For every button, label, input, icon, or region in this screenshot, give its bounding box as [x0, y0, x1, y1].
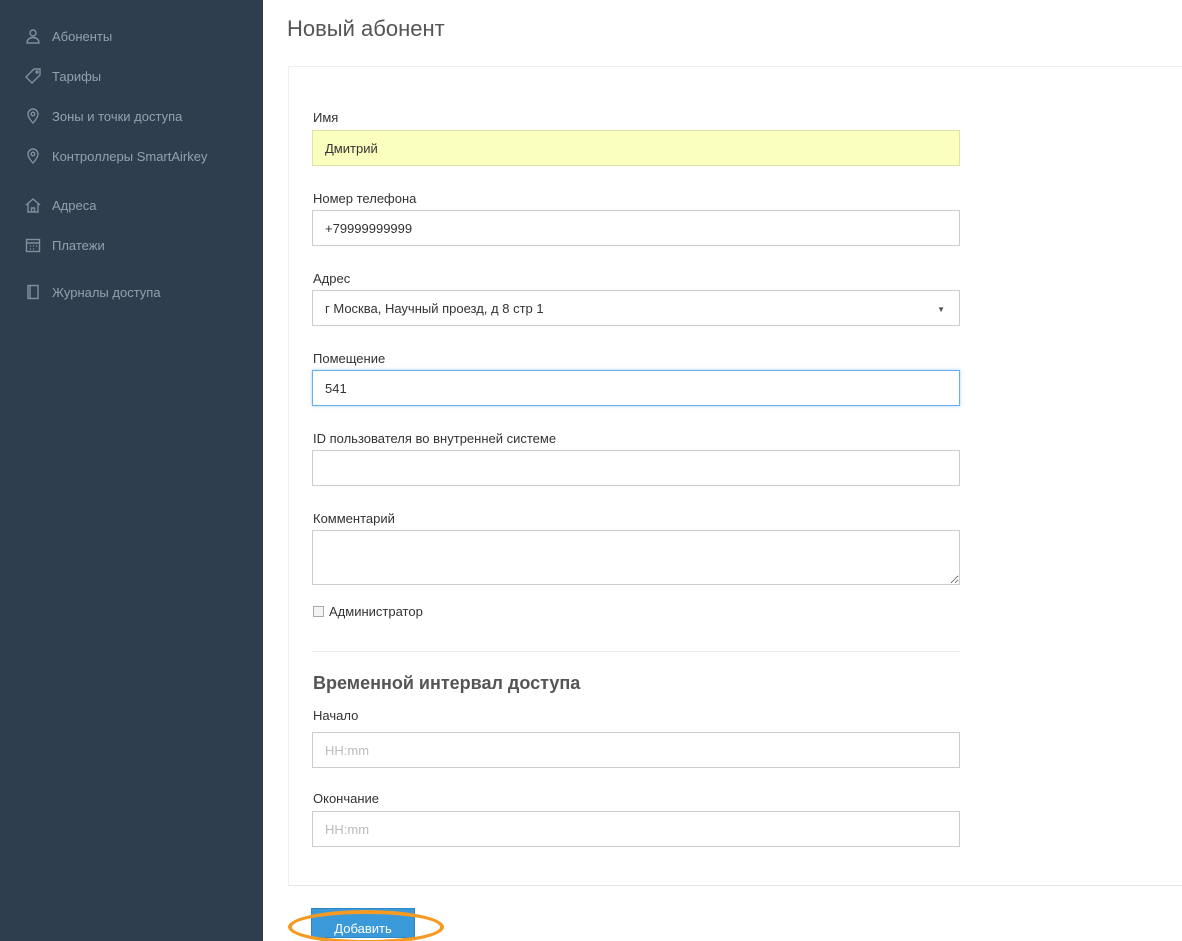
section-divider — [312, 651, 960, 652]
calendar-icon — [24, 236, 42, 254]
address-selected-value: г Москва, Научный проезд, д 8 стр 1 — [325, 300, 544, 316]
sidebar-item-label: Журналы доступа — [52, 284, 161, 300]
internal-id-label: ID пользователя во внутренней системе — [313, 431, 557, 446]
name-label: Имя — [313, 110, 339, 125]
sidebar-item-zones[interactable]: Зоны и точки доступа — [0, 96, 263, 136]
end-label: Окончание — [313, 791, 380, 806]
start-label: Начало — [313, 708, 359, 723]
admin-label: Администратор — [329, 604, 423, 619]
sidebar-item-controllers[interactable]: Контроллеры SmartAirkey — [0, 136, 263, 176]
admin-checkbox[interactable] — [313, 606, 324, 617]
sidebar-item-tariffs[interactable]: Тарифы — [0, 56, 263, 96]
app: Абоненты Тарифы Зоны и точки доступа Кон… — [0, 0, 1182, 941]
sidebar-item-label: Абоненты — [52, 28, 113, 44]
start-time-input[interactable] — [312, 732, 960, 768]
location-pin-icon — [24, 107, 42, 125]
sidebar-item-label: Зоны и точки доступа — [52, 108, 183, 124]
location-pin-icon — [24, 147, 42, 165]
book-icon — [24, 283, 42, 301]
internal-id-input[interactable] — [312, 450, 960, 486]
room-label: Помещение — [313, 351, 386, 366]
page-title: Новый абонент — [287, 16, 445, 41]
sidebar-item-subscribers[interactable]: Абоненты — [0, 16, 263, 56]
sidebar-item-label: Платежи — [52, 237, 105, 253]
admin-checkbox-row[interactable]: Администратор — [313, 604, 423, 619]
phone-input[interactable] — [312, 210, 960, 246]
comment-label: Комментарий — [313, 511, 395, 526]
sidebar-item-addresses[interactable]: Адреса — [0, 185, 263, 225]
footer-divider — [288, 885, 1182, 886]
room-input[interactable] — [312, 370, 960, 406]
sidebar-item-access-logs[interactable]: Журналы доступа — [0, 272, 263, 312]
sidebar-item-payments[interactable]: Платежи — [0, 225, 263, 265]
caret-down-icon: ▼ — [937, 305, 945, 314]
sidebar: Абоненты Тарифы Зоны и точки доступа Кон… — [0, 0, 263, 941]
sidebar-item-label: Тарифы — [52, 68, 102, 84]
sidebar-item-label: Адреса — [52, 197, 97, 213]
name-input[interactable] — [312, 130, 960, 166]
address-select[interactable]: г Москва, Научный проезд, д 8 стр 1 ▼ — [312, 290, 960, 326]
home-icon — [24, 196, 42, 214]
end-time-input[interactable] — [312, 811, 960, 847]
sidebar-item-label: Контроллеры SmartAirkey — [52, 148, 208, 164]
interval-section-title: Временной интервал доступа — [313, 673, 581, 693]
phone-label: Номер телефона — [313, 191, 417, 206]
add-button[interactable]: Добавить — [311, 908, 415, 938]
comment-textarea[interactable] — [312, 530, 960, 585]
address-label: Адрес — [313, 271, 351, 286]
user-icon — [24, 27, 42, 45]
tag-icon — [24, 67, 42, 85]
